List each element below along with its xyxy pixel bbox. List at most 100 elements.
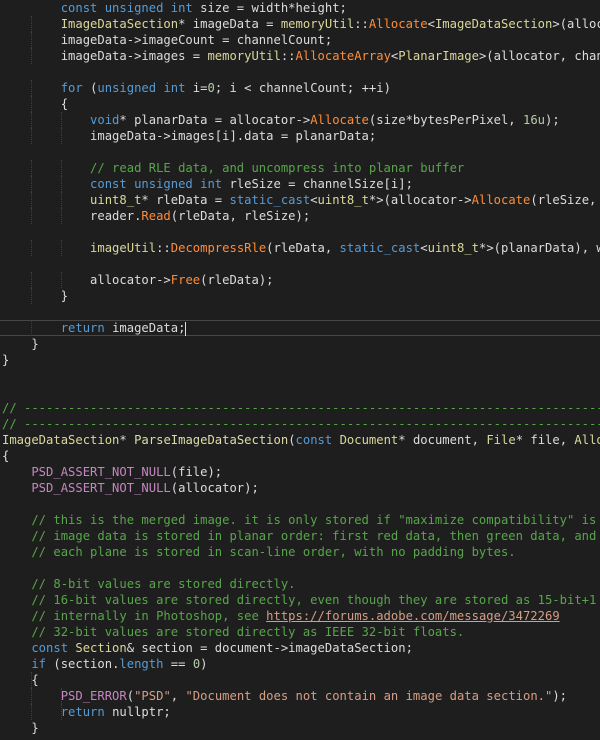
code-token: // 16-bit values are stored directly, ev… [2, 593, 600, 607]
code-token: >(allocator, channelC [478, 49, 600, 63]
code-line[interactable]: PSD_ASSERT_NOT_NULL(allocator); [0, 480, 600, 496]
indent-guide [31, 192, 33, 208]
text-caret [185, 321, 187, 336]
code-token: "Document does not contain an image data… [185, 689, 553, 703]
code-token: ( [126, 689, 135, 703]
indent-guide [60, 112, 62, 128]
code-token: uint8_t [317, 193, 369, 207]
code-token: * imageData = [178, 17, 281, 31]
code-line[interactable]: imageData->images = memoryUtil::Allocate… [0, 48, 600, 64]
code-token: (section. [53, 657, 120, 671]
indent-guide [31, 208, 33, 224]
code-token: imageData->images[i].data = planarData; [2, 129, 377, 143]
code-token: < [420, 241, 428, 255]
code-token: AllocateArray [295, 49, 391, 63]
code-line[interactable] [0, 496, 600, 512]
code-line[interactable] [0, 224, 600, 240]
indent-guide [31, 32, 33, 48]
code-line[interactable] [0, 304, 600, 320]
code-token: // -------------------------------------… [2, 417, 600, 431]
code-line[interactable]: // internally in Photoshop, see https://… [0, 608, 600, 624]
code-line[interactable] [0, 384, 600, 400]
code-editor[interactable]: const unsigned int size = width*height; … [0, 0, 600, 740]
code-line[interactable]: for (unsigned int i=0; i < channelCount;… [0, 80, 600, 96]
indent-guide [31, 96, 33, 112]
code-token: ); [552, 689, 568, 703]
code-token: memoryUtil [207, 49, 281, 63]
code-line[interactable]: PSD_ERROR("PSD", "Document does not cont… [0, 688, 600, 704]
code-token: (size*bytesPerPixel, [368, 113, 523, 127]
code-token: Free [170, 273, 201, 287]
code-token: DecompressRle [170, 241, 267, 255]
code-line[interactable]: ImageDataSection* ParseImageDataSection(… [0, 432, 600, 448]
code-line[interactable]: // read RLE data, and uncompress into pl… [0, 160, 600, 176]
code-token: reader. [2, 209, 142, 223]
code-token: Document [339, 433, 399, 447]
code-line[interactable]: imageData->imageCount = channelCount; [0, 32, 600, 48]
code-token: *>(allocator-> [368, 193, 472, 207]
code-line[interactable]: // image data is stored in planar order:… [0, 528, 600, 544]
code-line[interactable]: reader.Read(rleData, rleSize); [0, 208, 600, 224]
code-token: imageData->images = [2, 49, 208, 63]
code-token: const unsigned int [2, 177, 230, 191]
code-line[interactable]: void* planarData = allocator->Allocate(s… [0, 112, 600, 128]
code-line[interactable]: const unsigned int size = width*height; [0, 0, 600, 16]
code-line[interactable]: const Section& section = document->image… [0, 640, 600, 656]
code-line[interactable]: } [0, 720, 600, 736]
code-token: (allocator); [170, 481, 259, 495]
code-line[interactable] [0, 560, 600, 576]
code-token: { [2, 673, 39, 687]
code-token: i= [192, 81, 208, 95]
code-line[interactable]: { [0, 96, 600, 112]
code-line[interactable]: } [0, 336, 600, 352]
code-line[interactable]: // each plane is stored in scan-line ord… [0, 544, 600, 560]
indent-guide [60, 688, 62, 704]
indent-guide [31, 320, 33, 336]
code-line[interactable]: PSD_ASSERT_NOT_NULL(file); [0, 464, 600, 480]
code-line[interactable]: imageData->images[i].data = planarData; [0, 128, 600, 144]
code-line[interactable] [0, 256, 600, 272]
code-line[interactable]: const unsigned int rleSize = channelSize… [0, 176, 600, 192]
code-line[interactable]: ImageDataSection* imageData = memoryUtil… [0, 16, 600, 32]
code-line[interactable]: uint8_t* rleData = static_cast<uint8_t*>… [0, 192, 600, 208]
code-line[interactable] [0, 144, 600, 160]
code-token: PlanarImage [398, 49, 479, 63]
code-token: Allocato [574, 433, 600, 447]
code-token: Allocate [471, 193, 531, 207]
code-token: uint8_t [427, 241, 479, 255]
code-line[interactable]: { [0, 672, 600, 688]
code-token: rleSize = channelSize[i]; [229, 177, 413, 191]
indent-guide [60, 704, 62, 720]
code-token: :: [280, 49, 296, 63]
code-line[interactable]: } [0, 352, 600, 368]
indent-guide [31, 672, 33, 688]
code-line[interactable]: // -------------------------------------… [0, 416, 600, 432]
code-line[interactable]: // this is the merged image. it is only … [0, 512, 600, 528]
code-token: // this is the merged image. it is only … [2, 513, 600, 527]
code-line[interactable]: // 16-bit values are stored directly, ev… [0, 592, 600, 608]
code-line[interactable]: // 8-bit values are stored directly. [0, 576, 600, 592]
indent-guide [31, 176, 33, 192]
code-line[interactable]: // 32-bit values are stored directly as … [0, 624, 600, 640]
code-line[interactable]: { [0, 448, 600, 464]
code-token: ImageDataSection [2, 433, 120, 447]
code-token: } [2, 337, 39, 351]
indent-guide [31, 16, 33, 32]
code-token: :: [354, 17, 369, 31]
code-line[interactable]: if (section.length == 0) [0, 656, 600, 672]
code-token: Allocate [310, 113, 369, 127]
code-line[interactable]: return nullptr; [0, 704, 600, 720]
code-line[interactable]: // -------------------------------------… [0, 400, 600, 416]
code-token: const [2, 641, 76, 655]
code-line[interactable] [0, 368, 600, 384]
code-line[interactable]: return imageData; [0, 320, 600, 336]
code-line[interactable]: } [0, 288, 600, 304]
code-token: imageData->imageCount = channelCount; [2, 33, 333, 47]
code-line[interactable] [0, 64, 600, 80]
code-line[interactable]: imageUtil::DecompressRle(rleData, static… [0, 240, 600, 256]
indent-guide [60, 160, 62, 176]
indent-guide [60, 272, 62, 288]
indent-guide [31, 704, 33, 720]
code-token: * file, [515, 433, 575, 447]
code-line[interactable]: allocator->Free(rleData); [0, 272, 600, 288]
